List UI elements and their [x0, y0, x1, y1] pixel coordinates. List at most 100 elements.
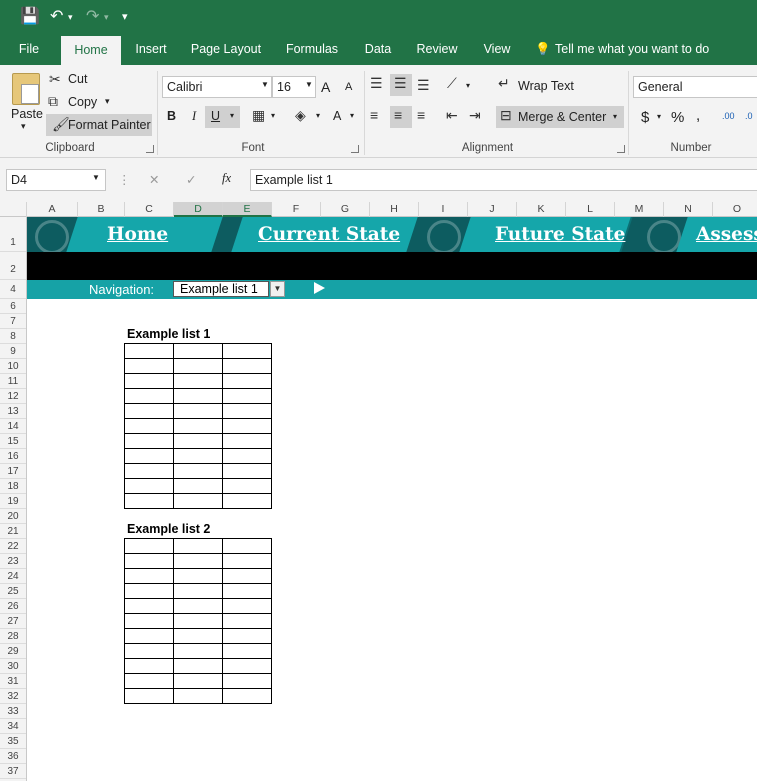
table-cell[interactable] — [124, 463, 174, 479]
row-header[interactable]: 29 — [0, 644, 26, 659]
format-painter-button[interactable]: Format Painter — [68, 118, 151, 132]
row-header[interactable]: 17 — [0, 464, 26, 479]
table-cell[interactable] — [222, 463, 272, 479]
table-cell[interactable] — [222, 553, 272, 569]
navigation-dropdown-icon[interactable]: ▼ — [270, 281, 285, 297]
table-cell[interactable] — [173, 388, 223, 404]
copy-button[interactable]: Copy — [68, 95, 97, 109]
table-cell[interactable] — [222, 643, 272, 659]
table-cell[interactable] — [124, 478, 174, 494]
column-header[interactable]: C — [125, 202, 174, 217]
font-color-dropdown-icon[interactable]: ▾ — [350, 111, 354, 120]
row-header[interactable]: 15 — [0, 434, 26, 449]
column-header[interactable]: H — [370, 202, 419, 217]
table-cell[interactable] — [173, 463, 223, 479]
column-header[interactable]: E — [223, 202, 272, 217]
table-cell[interactable] — [124, 418, 174, 434]
table-cell[interactable] — [222, 583, 272, 599]
row-header[interactable]: 7 — [0, 314, 26, 329]
italic-button[interactable]: I — [192, 109, 196, 124]
increase-indent-icon[interactable]: ⇥ — [469, 107, 481, 124]
table-cell[interactable] — [173, 628, 223, 644]
table-cell[interactable] — [124, 598, 174, 614]
table-cell[interactable] — [173, 568, 223, 584]
number-format-field[interactable]: General — [633, 76, 757, 98]
table-cell[interactable] — [173, 583, 223, 599]
font-launcher-icon[interactable] — [351, 145, 359, 153]
clipboard-launcher-icon[interactable] — [146, 145, 154, 153]
formula-input[interactable]: Example list 1 — [250, 169, 757, 191]
table-cell[interactable] — [124, 553, 174, 569]
table-cell[interactable] — [173, 478, 223, 494]
comma-button[interactable]: , — [696, 107, 700, 124]
paste-button[interactable]: Paste — [11, 107, 43, 121]
table-cell[interactable] — [222, 478, 272, 494]
column-header[interactable]: F — [272, 202, 321, 217]
row-header[interactable]: 27 — [0, 614, 26, 629]
table-cell[interactable] — [173, 358, 223, 374]
tab-home[interactable]: Home — [61, 36, 121, 65]
table-cell[interactable] — [222, 358, 272, 374]
row-header[interactable]: 31 — [0, 674, 26, 689]
redo-dropdown-icon[interactable]: ▾ — [104, 6, 109, 28]
cut-button[interactable]: Cut — [68, 72, 87, 86]
cancel-icon[interactable]: ✕ — [149, 172, 159, 187]
table-cell[interactable] — [222, 658, 272, 674]
column-header[interactable]: B — [78, 202, 125, 217]
tell-me-search[interactable]: Tell me what you want to do — [555, 34, 713, 65]
row-header[interactable]: 34 — [0, 719, 26, 734]
row-header[interactable]: 30 — [0, 659, 26, 674]
orientation-icon[interactable]: ⟋ — [447, 75, 457, 92]
row-header[interactable]: 24 — [0, 569, 26, 584]
row-header[interactable]: 20 — [0, 509, 26, 524]
table-cell[interactable] — [173, 403, 223, 419]
undo-icon[interactable]: ↶ — [50, 6, 63, 28]
align-right-icon[interactable]: ≡ — [417, 107, 425, 123]
tab-view[interactable]: View — [477, 34, 517, 65]
table-cell[interactable] — [124, 643, 174, 659]
currency-dropdown-icon[interactable]: ▾ — [657, 112, 661, 121]
row-header[interactable]: 16 — [0, 449, 26, 464]
row-header[interactable]: 33 — [0, 704, 26, 719]
increase-decimal-button[interactable]: .00 — [722, 111, 735, 121]
table-cell[interactable] — [222, 568, 272, 584]
navigation-select[interactable]: Example list 1 — [173, 281, 269, 297]
table-cell[interactable] — [173, 658, 223, 674]
underline-button[interactable]: U — [211, 109, 220, 123]
paste-dropdown-icon[interactable]: ▾ — [21, 121, 26, 132]
row-header[interactable]: 35 — [0, 734, 26, 749]
table-cell[interactable] — [124, 658, 174, 674]
undo-dropdown-icon[interactable]: ▾ — [68, 6, 73, 28]
decrease-decimal-button[interactable]: .0 — [745, 111, 753, 121]
column-header[interactable]: L — [566, 202, 615, 217]
tab-page-layout[interactable]: Page Layout — [187, 34, 265, 65]
bottom-align-icon[interactable]: ☰ — [417, 77, 430, 94]
row-header[interactable]: 11 — [0, 374, 26, 389]
fill-color-dropdown-icon[interactable]: ▾ — [316, 111, 320, 120]
row-header[interactable]: 18 — [0, 479, 26, 494]
orientation-dropdown-icon[interactable]: ▾ — [466, 81, 470, 90]
shrink-font-button[interactable]: A — [345, 81, 352, 93]
table-cell[interactable] — [173, 343, 223, 359]
row-header[interactable]: 19 — [0, 494, 26, 509]
row-header[interactable]: 36 — [0, 749, 26, 764]
row-header[interactable]: 23 — [0, 554, 26, 569]
table-cell[interactable] — [173, 448, 223, 464]
alignment-launcher-icon[interactable] — [617, 145, 625, 153]
table-cell[interactable] — [173, 493, 223, 509]
customize-qat-icon[interactable]: ▾ — [122, 6, 128, 28]
table-cell[interactable] — [222, 373, 272, 389]
currency-button[interactable]: $ — [641, 109, 649, 126]
tab-file[interactable]: File — [10, 34, 48, 65]
table-cell[interactable] — [222, 343, 272, 359]
table-cell[interactable] — [173, 553, 223, 569]
table-cell[interactable] — [222, 493, 272, 509]
select-all-corner[interactable] — [0, 202, 27, 217]
table-cell[interactable] — [222, 448, 272, 464]
row-header[interactable]: 2 — [0, 252, 26, 280]
name-box-dropdown-icon[interactable]: ▼ — [92, 173, 100, 182]
table-cell[interactable] — [173, 538, 223, 554]
fill-color-icon[interactable]: ◈ — [295, 107, 306, 124]
row-header[interactable]: 32 — [0, 689, 26, 704]
table-cell[interactable] — [124, 688, 174, 704]
